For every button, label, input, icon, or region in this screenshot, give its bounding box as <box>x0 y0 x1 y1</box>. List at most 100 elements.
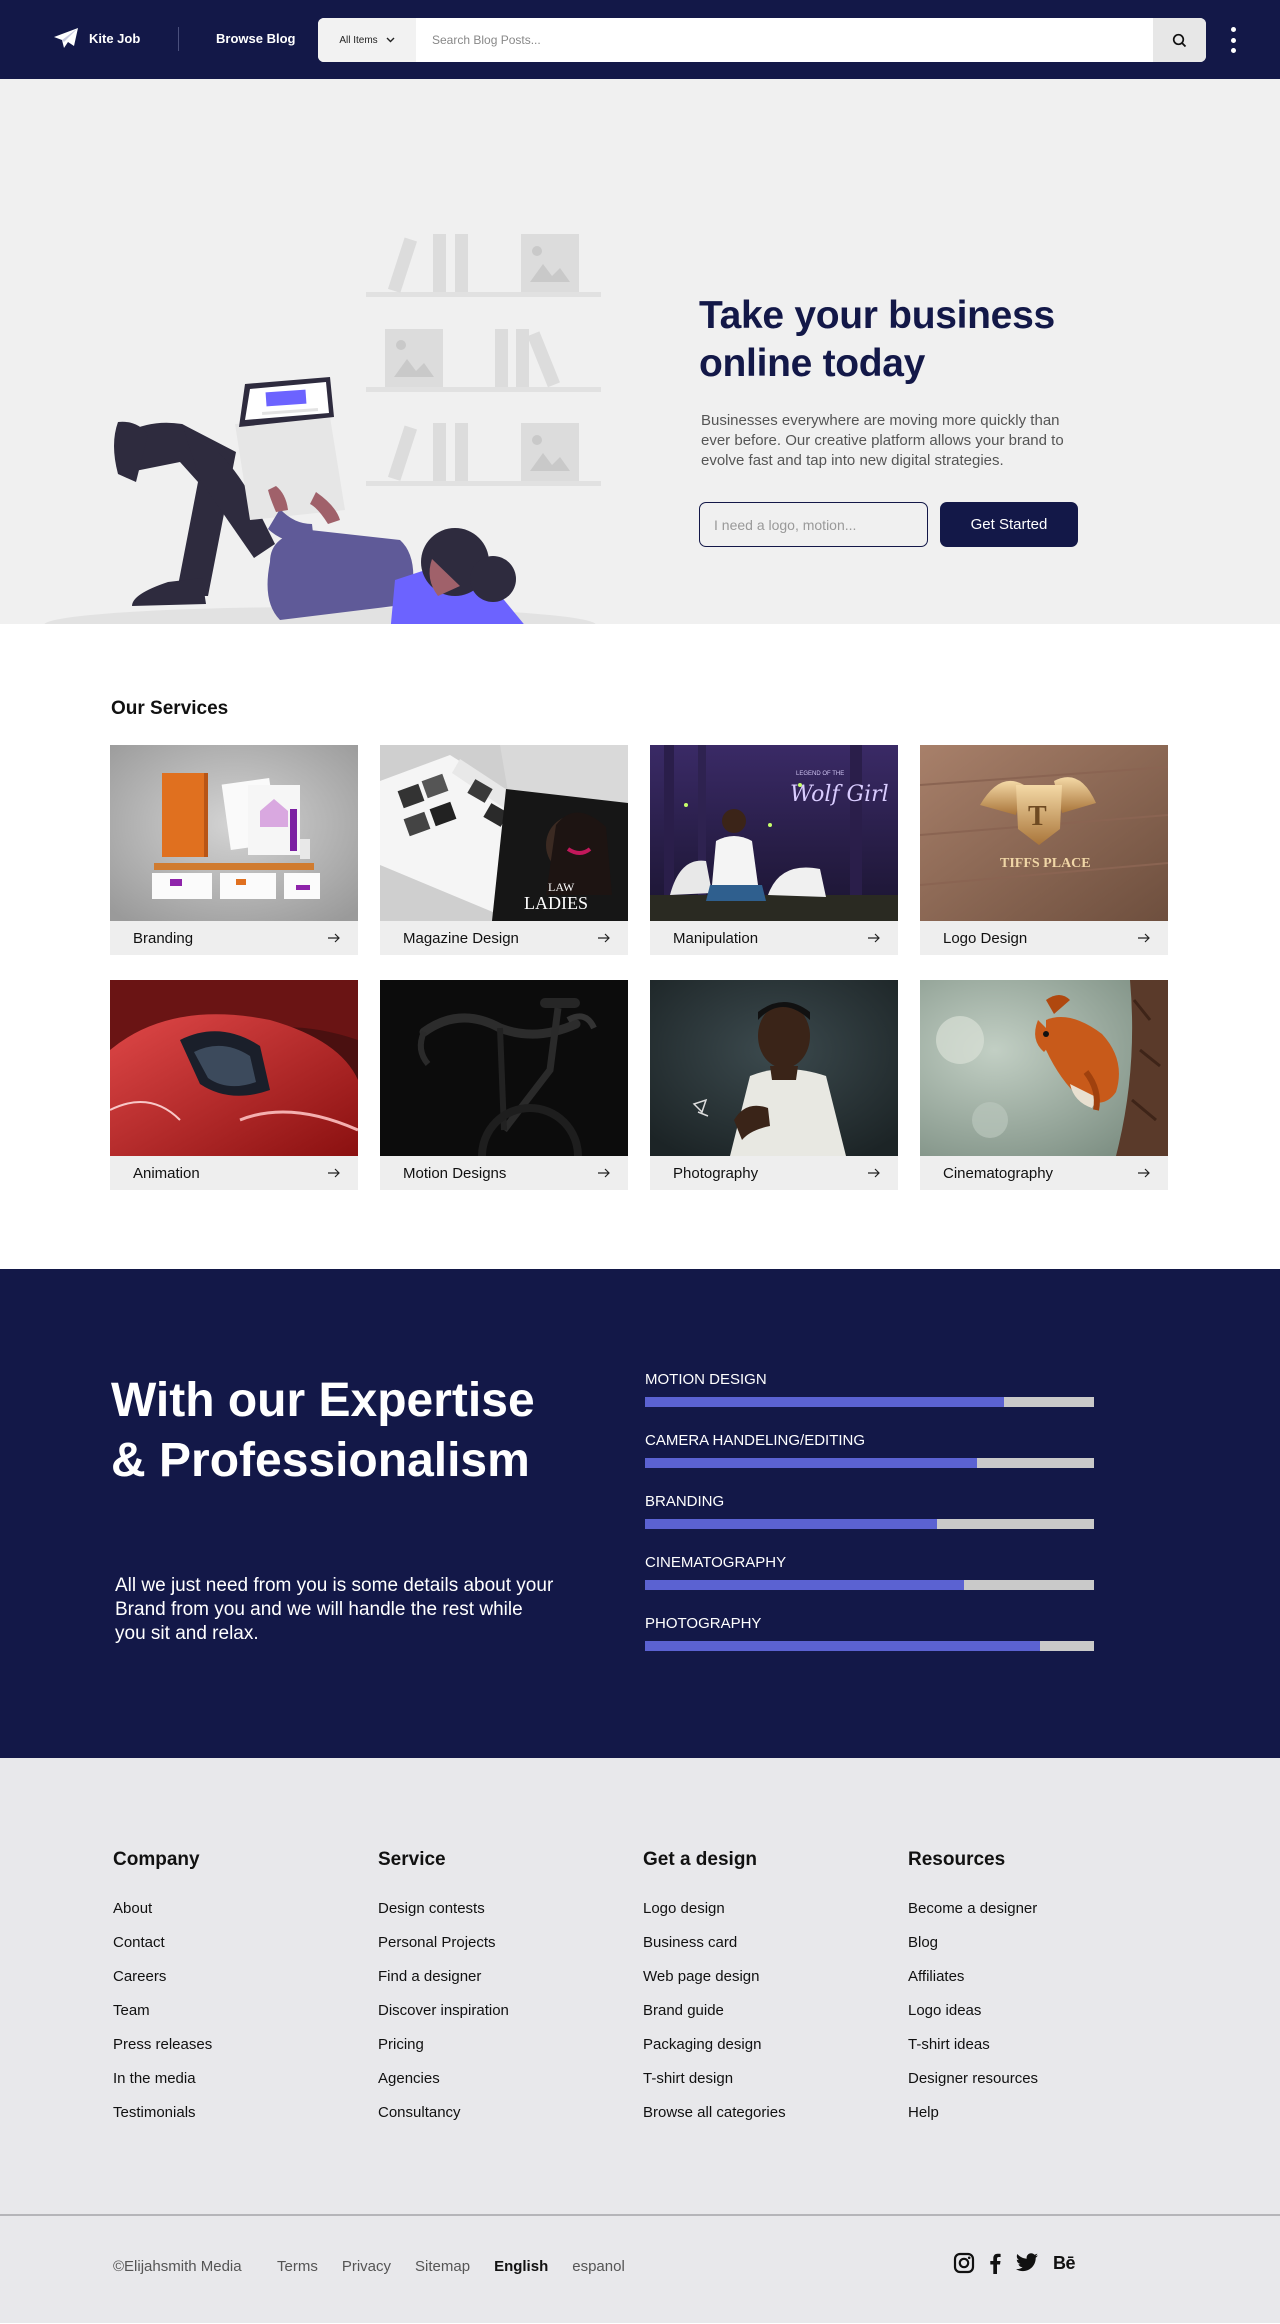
footer-link[interactable]: T-shirt design <box>643 2071 883 2087</box>
skill-progress-bar <box>645 1397 1094 1407</box>
service-card-magazine-design[interactable]: LAW LADIES Magazine Design <box>380 745 628 955</box>
footer-link[interactable]: Business card <box>643 1935 883 1951</box>
animation-image <box>110 980 358 1156</box>
service-label: Animation <box>133 1164 200 1182</box>
skill-progress-fill <box>645 1397 1005 1407</box>
twitter-icon[interactable] <box>1015 2253 1039 2273</box>
footer-link[interactable]: Blog <box>908 1935 1148 1951</box>
service-card-logo-design[interactable]: T TIFFS PLACE Logo Design <box>920 745 1168 955</box>
footer-link[interactable]: Designer resources <box>908 2071 1148 2087</box>
skill-cinematography: CINEMATOGRAPHY <box>645 1554 1094 1590</box>
language-espanol[interactable]: espanol <box>572 2258 625 2275</box>
footer-column-title: Get a design <box>643 1849 758 1870</box>
skill-camera-handeling-editing: CAMERA HANDELING/EDITING <box>645 1432 1094 1468</box>
footer-link[interactable]: Design contests <box>378 1901 618 1917</box>
service-card-animation[interactable]: Animation <box>110 980 358 1190</box>
privacy-link[interactable]: Privacy <box>342 2258 391 2275</box>
arrow-right-icon <box>1137 1168 1151 1178</box>
service-label: Cinematography <box>943 1164 1054 1182</box>
skill-progress-fill <box>645 1580 964 1590</box>
footer-column-get-a-design: Get a design Logo design Business card W… <box>643 1849 883 2139</box>
skill-branding: BRANDING <box>645 1493 1094 1529</box>
footer-link[interactable]: Logo ideas <box>908 2003 1148 2019</box>
photography-image <box>650 980 898 1156</box>
footer-link[interactable]: Testimonials <box>113 2105 353 2121</box>
service-label: Photography <box>673 1164 759 1182</box>
footer-link[interactable]: Packaging design <box>643 2037 883 2053</box>
footer-link[interactable]: Personal Projects <box>378 1935 618 1951</box>
skill-progress-fill <box>645 1519 937 1529</box>
cinematography-image <box>920 980 1168 1156</box>
service-card-photography[interactable]: Photography <box>650 980 898 1190</box>
manipulation-title: Wolf Girl <box>790 782 889 807</box>
browse-blog-link[interactable]: Browse Blog <box>216 31 295 46</box>
footer-link[interactable]: Affiliates <box>908 1969 1148 1985</box>
search-button[interactable] <box>1153 18 1206 62</box>
service-label: Motion Designs <box>403 1164 507 1182</box>
category-select[interactable]: All Items <box>318 18 416 62</box>
footer-column-resources: Resources Become a designer Blog Affilia… <box>908 1849 1148 2139</box>
search-icon <box>1172 33 1187 47</box>
facebook-icon[interactable] <box>989 2252 1001 2274</box>
footer-link[interactable]: Careers <box>113 1969 353 1985</box>
service-label: Logo Design <box>943 929 1028 947</box>
branding-image <box>110 745 358 921</box>
hero-request-input[interactable] <box>699 502 928 547</box>
footer-link[interactable]: Become a designer <box>908 1901 1148 1917</box>
service-card-manipulation[interactable]: LEGEND OF THE Wolf Girl Manipulation <box>650 745 898 955</box>
magazine-cover-line2: LADIES <box>524 893 588 913</box>
motion-designs-image <box>380 980 628 1156</box>
skill-progress-fill <box>645 1458 978 1468</box>
legal-links: Terms Privacy Sitemap English espanol <box>277 2258 625 2275</box>
more-menu-icon[interactable] <box>1228 27 1238 53</box>
service-label: Magazine Design <box>403 929 519 947</box>
service-card-branding[interactable]: Branding <box>110 745 358 955</box>
footer-link[interactable]: Help <box>908 2105 1148 2121</box>
footer-link[interactable]: Team <box>113 2003 353 2019</box>
footer-link[interactable]: Consultancy <box>378 2105 618 2121</box>
footer-link[interactable]: In the media <box>113 2071 353 2087</box>
sitemap-link[interactable]: Sitemap <box>415 2258 470 2275</box>
service-card-cinematography[interactable]: Cinematography <box>920 980 1168 1190</box>
get-started-button[interactable]: Get Started <box>940 502 1078 547</box>
footer-column-title: Service <box>378 1849 446 1870</box>
category-select-value: All Items <box>339 34 378 46</box>
footer-link[interactable]: Contact <box>113 1935 353 1951</box>
behance-icon[interactable]: Bē <box>1053 2253 1076 2274</box>
arrow-right-icon <box>327 1168 341 1178</box>
expertise-title: With our Expertise & Professionalism <box>111 1374 535 1487</box>
footer-link[interactable]: Discover inspiration <box>378 2003 618 2019</box>
footer-link[interactable]: About <box>113 1901 353 1917</box>
services-section: Our Services Branding LAW LADIES Magazin… <box>0 624 1280 1269</box>
instagram-icon[interactable] <box>953 2252 975 2274</box>
skill-label: MOTION DESIGN <box>645 1371 767 1388</box>
skill-label: CAMERA HANDELING/EDITING <box>645 1432 866 1449</box>
footer-link[interactable]: Press releases <box>113 2037 353 2053</box>
footer-link[interactable]: Browse all categories <box>643 2105 883 2121</box>
copyright-text: ©Elijahsmith Media <box>113 2258 242 2275</box>
services-title: Our Services <box>111 698 229 719</box>
footer-link[interactable]: Brand guide <box>643 2003 883 2019</box>
footer-link[interactable]: T-shirt ideas <box>908 2037 1148 2053</box>
terms-link[interactable]: Terms <box>277 2258 318 2275</box>
hero-description: Businesses everywhere are moving more qu… <box>701 412 1064 469</box>
top-nav: Kite Job Browse Blog All Items <box>0 0 1280 79</box>
footer-column-title: Company <box>113 1849 200 1870</box>
footer-link[interactable]: Find a designer <box>378 1969 618 1985</box>
brand-logo[interactable]: Kite Job <box>53 27 140 49</box>
footer-link[interactable]: Web page design <box>643 1969 883 1985</box>
service-card-motion-designs[interactable]: Motion Designs <box>380 980 628 1190</box>
manipulation-image: LEGEND OF THE Wolf Girl <box>650 745 898 921</box>
logo-mockup-name: TIFFS PLACE <box>1000 856 1091 871</box>
language-english[interactable]: English <box>494 2258 548 2275</box>
expertise-description: All we just need from you is some detail… <box>115 1575 554 1644</box>
social-links: Bē <box>953 2252 1076 2274</box>
footer-link[interactable]: Agencies <box>378 2071 618 2087</box>
footer-link[interactable]: Logo design <box>643 1901 883 1917</box>
logo-design-image: T TIFFS PLACE <box>920 745 1168 921</box>
footer-link[interactable]: Pricing <box>378 2037 618 2053</box>
search-input[interactable] <box>416 18 1153 62</box>
arrow-right-icon <box>867 933 881 943</box>
logo-mockup-letter: T <box>1028 801 1047 832</box>
chevron-down-icon <box>386 37 395 43</box>
